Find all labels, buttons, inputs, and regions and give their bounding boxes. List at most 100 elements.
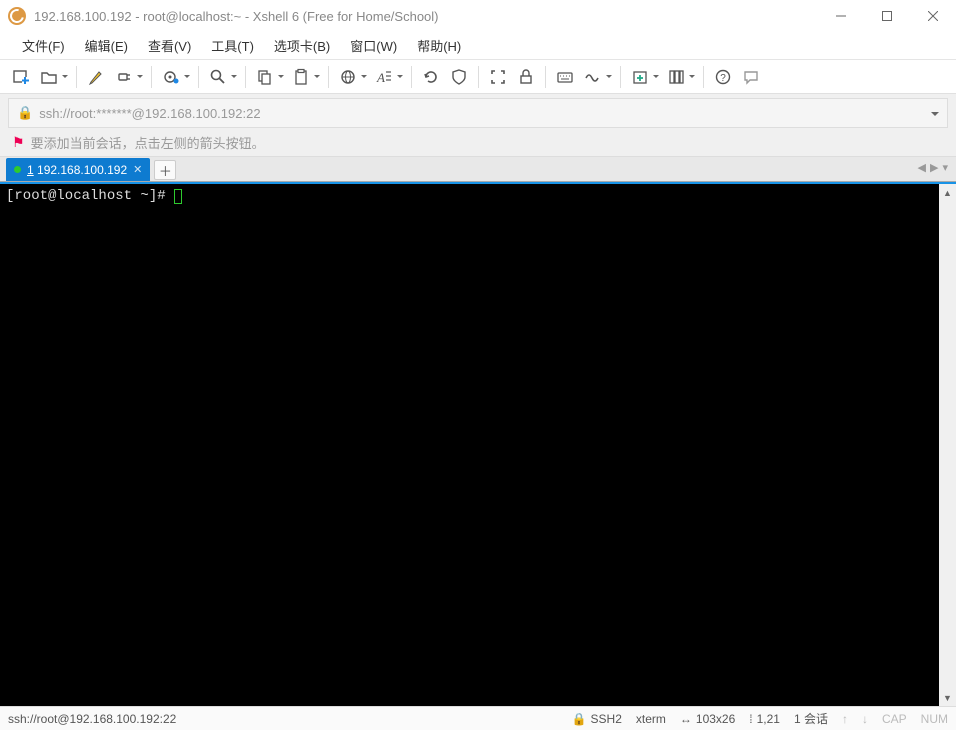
fullscreen-button[interactable] xyxy=(485,64,511,90)
font-icon: A xyxy=(375,68,393,86)
title-bar: 192.168.100.192 - root@localhost:~ - Xsh… xyxy=(0,0,956,32)
status-terminal-type: xterm xyxy=(636,712,666,726)
tab-menu-button[interactable]: ▾ xyxy=(942,161,948,174)
toolbar-separator xyxy=(198,66,199,88)
properties-button[interactable] xyxy=(158,64,184,90)
toolbar: A ? xyxy=(0,60,956,94)
folder-icon xyxy=(40,68,58,86)
help-icon: ? xyxy=(714,68,732,86)
globe-button[interactable] xyxy=(335,64,361,90)
close-button[interactable] xyxy=(910,0,956,32)
fullscreen-icon xyxy=(489,68,507,86)
app-icon xyxy=(8,7,26,25)
chat-icon xyxy=(742,68,760,86)
minimize-button[interactable] xyxy=(818,0,864,32)
layout-button[interactable] xyxy=(663,64,689,90)
scroll-track[interactable] xyxy=(939,201,956,689)
flag-icon: ⚑ xyxy=(12,134,25,151)
menu-tools[interactable]: 工具(T) xyxy=(201,32,264,59)
new-session-icon xyxy=(12,68,30,86)
status-num: NUM xyxy=(921,712,948,726)
scroll-up-button[interactable]: ▲ xyxy=(939,184,956,201)
maximize-button[interactable] xyxy=(864,0,910,32)
new-tab-button[interactable] xyxy=(627,64,653,90)
lock-icon: 🔒 xyxy=(17,105,33,121)
position-icon: ⁞ xyxy=(749,712,752,726)
open-session-button[interactable] xyxy=(36,64,62,90)
copy-button[interactable] xyxy=(252,64,278,90)
tab-bar: 1 192.168.100.192 ✕ ＋ ◀ ▶ ▾ xyxy=(0,156,956,182)
terminal-container: [root@localhost ~]# ▲ ▼ xyxy=(0,182,956,706)
toolbar-separator xyxy=(76,66,77,88)
chat-button[interactable] xyxy=(738,64,764,90)
toolbar-separator xyxy=(328,66,329,88)
script-button[interactable] xyxy=(580,64,606,90)
find-button[interactable] xyxy=(205,64,231,90)
cursor-icon xyxy=(174,189,182,204)
status-size: ↔103x26 xyxy=(680,712,735,726)
copy-icon xyxy=(256,68,274,86)
toolbar-separator xyxy=(151,66,152,88)
status-cap: CAP xyxy=(882,712,907,726)
menu-window[interactable]: 窗口(W) xyxy=(340,32,407,59)
tab-next-button[interactable]: ▶ xyxy=(930,161,938,174)
add-tab-icon xyxy=(631,68,649,86)
menu-bar: 文件(F) 编辑(E) 查看(V) 工具(T) 选项卡(B) 窗口(W) 帮助(… xyxy=(0,32,956,60)
status-ssh: 🔒SSH2 xyxy=(572,712,622,726)
menu-view[interactable]: 查看(V) xyxy=(138,32,201,59)
maximize-icon xyxy=(882,11,892,21)
terminal[interactable]: [root@localhost ~]# xyxy=(0,184,939,706)
info-bar: ⚑ 要添加当前会话，点击左侧的箭头按钮。 xyxy=(0,128,956,156)
toolbar-separator xyxy=(620,66,621,88)
address-text: ssh://root:*******@192.168.100.192:22 xyxy=(39,106,260,121)
toolbar-separator xyxy=(411,66,412,88)
tab-number: 1 xyxy=(27,163,34,177)
window-controls xyxy=(818,0,956,32)
window-title: 192.168.100.192 - root@localhost:~ - Xsh… xyxy=(34,9,818,24)
status-down-button[interactable]: ↓ xyxy=(862,712,868,726)
disconnect-button[interactable] xyxy=(111,64,137,90)
plug-icon xyxy=(115,68,133,86)
tab-nav: ◀ ▶ ▾ xyxy=(918,161,948,174)
keyboard-icon xyxy=(556,68,574,86)
paste-button[interactable] xyxy=(288,64,314,90)
pencil-icon xyxy=(87,68,105,86)
lock-button[interactable] xyxy=(513,64,539,90)
keyboard-button[interactable] xyxy=(552,64,578,90)
reconnect-button[interactable] xyxy=(83,64,109,90)
font-button[interactable]: A xyxy=(371,64,397,90)
refresh-button[interactable] xyxy=(418,64,444,90)
menu-edit[interactable]: 编辑(E) xyxy=(75,32,138,59)
search-icon xyxy=(209,68,227,86)
address-bar[interactable]: 🔒 ssh://root:*******@192.168.100.192:22 xyxy=(8,98,948,128)
scroll-down-button[interactable]: ▼ xyxy=(939,689,956,706)
columns-icon xyxy=(667,68,685,86)
add-tab-button[interactable]: ＋ xyxy=(154,160,176,180)
session-tab[interactable]: 1 192.168.100.192 ✕ xyxy=(6,158,150,181)
menu-tabs[interactable]: 选项卡(B) xyxy=(264,32,340,59)
tab-label: 192.168.100.192 xyxy=(37,163,127,177)
new-session-button[interactable] xyxy=(8,64,34,90)
toolbar-separator xyxy=(245,66,246,88)
help-button[interactable]: ? xyxy=(710,64,736,90)
close-icon xyxy=(928,11,938,21)
info-text: 要添加当前会话，点击左侧的箭头按钮。 xyxy=(31,133,265,152)
menu-help[interactable]: 帮助(H) xyxy=(407,32,471,59)
svg-text:?: ? xyxy=(720,73,726,84)
toolbar-separator xyxy=(478,66,479,88)
refresh-icon xyxy=(422,68,440,86)
gear-icon xyxy=(162,68,180,86)
shield-button[interactable] xyxy=(446,64,472,90)
tab-close-button[interactable]: ✕ xyxy=(133,163,142,176)
minimize-icon xyxy=(836,11,846,21)
toolbar-separator xyxy=(703,66,704,88)
menu-file[interactable]: 文件(F) xyxy=(12,32,75,59)
terminal-prompt: [root@localhost ~]# xyxy=(6,188,174,204)
clipboard-icon xyxy=(292,68,310,86)
tab-prev-button[interactable]: ◀ xyxy=(918,161,926,174)
wave-icon xyxy=(584,68,602,86)
scrollbar[interactable]: ▲ ▼ xyxy=(939,184,956,706)
status-up-button[interactable]: ↑ xyxy=(842,712,848,726)
lock-icon: 🔒 xyxy=(572,712,587,726)
status-sessions: 1 会话 xyxy=(794,710,828,727)
